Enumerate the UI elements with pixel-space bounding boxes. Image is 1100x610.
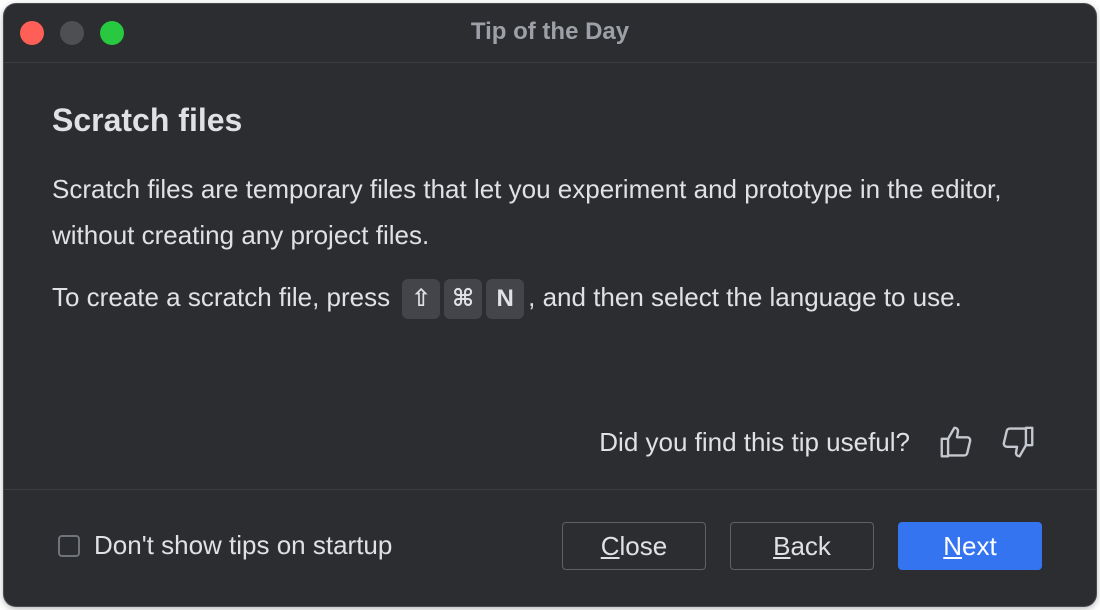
back-label: ack	[790, 531, 831, 561]
tip-paragraph-2-end: , and then select the language to use.	[528, 282, 962, 312]
next-button[interactable]: Next	[898, 522, 1042, 570]
next-label: ext	[962, 531, 997, 561]
tip-title: Scratch files	[52, 102, 243, 138]
back-mnemonic: B	[773, 531, 791, 561]
tip-paragraph-1: Scratch files are temporary files that l…	[52, 174, 1002, 250]
thumbs-up-icon[interactable]	[936, 422, 976, 462]
close-label: lose	[619, 531, 668, 561]
close-mnemonic: C	[600, 531, 620, 561]
checkbox-label: Don't show tips on startup	[94, 530, 393, 560]
window-title: Tip of the Day	[470, 18, 630, 45]
shift-key: ⇧	[402, 279, 441, 320]
feedback-row: Did you find this tip useful?	[599, 422, 1038, 462]
footer-divider	[4, 489, 1096, 490]
thumbs-down-icon[interactable]	[998, 422, 1038, 462]
tip-paragraph-2-start: To create a scratch file, press	[52, 282, 391, 312]
n-key: N	[486, 279, 525, 320]
tip-of-the-day-dialog: Tip of the Day Scratch files Scratch fil…	[4, 4, 1096, 606]
close-button[interactable]: Close	[562, 522, 706, 570]
back-button[interactable]: Back	[730, 522, 874, 570]
next-mnemonic: N	[943, 531, 963, 561]
feedback-question: Did you find this tip useful?	[599, 426, 910, 457]
dont-show-tips-checkbox[interactable]: Don't show tips on startup	[58, 530, 392, 561]
tip-paragraph-2: To create a scratch file, press ⇧ ⌘ N, and …	[52, 274, 1052, 320]
checkbox-box[interactable]	[58, 534, 80, 557]
title-bar: Tip of the Day	[4, 4, 1096, 63]
tip-content: Scratch files Scratch files are temporar…	[52, 100, 1052, 320]
command-key: ⌘	[444, 279, 483, 320]
